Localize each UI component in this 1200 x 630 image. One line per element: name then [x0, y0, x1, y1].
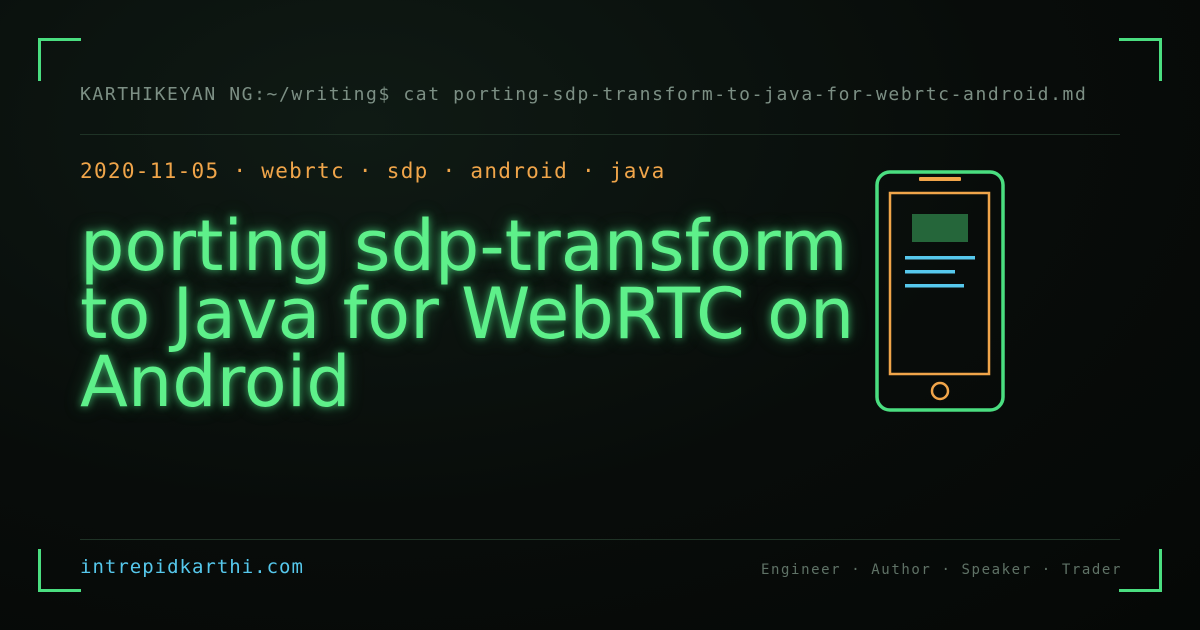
- screen-text-line-2: [905, 270, 955, 274]
- phone-speaker: [919, 177, 961, 181]
- top-divider: [80, 134, 1120, 135]
- corner-bracket-bottom-left: [38, 549, 81, 592]
- terminal-prompt: KARTHIKEYAN NG:~/writing$ cat porting-sd…: [80, 84, 1088, 105]
- phone-home-button: [930, 381, 950, 401]
- screen-text-line-1: [905, 256, 975, 260]
- smartphone-icon: [875, 170, 1005, 412]
- author-roles: Engineer · Author · Speaker · Trader: [760, 562, 1122, 578]
- corner-bracket-top-left: [38, 38, 81, 81]
- bottom-divider: [80, 539, 1120, 540]
- site-link[interactable]: intrepidkarthi.com: [80, 556, 304, 578]
- screen-image-block: [912, 214, 968, 242]
- screen-text-line-3: [905, 284, 964, 288]
- post-title: porting sdp-transform to Java for WebRTC…: [80, 205, 855, 423]
- corner-bracket-bottom-right: [1119, 549, 1162, 592]
- corner-bracket-top-right: [1119, 38, 1162, 81]
- post-meta: 2020-11-05 · webrtc · sdp · android · ja…: [80, 159, 666, 183]
